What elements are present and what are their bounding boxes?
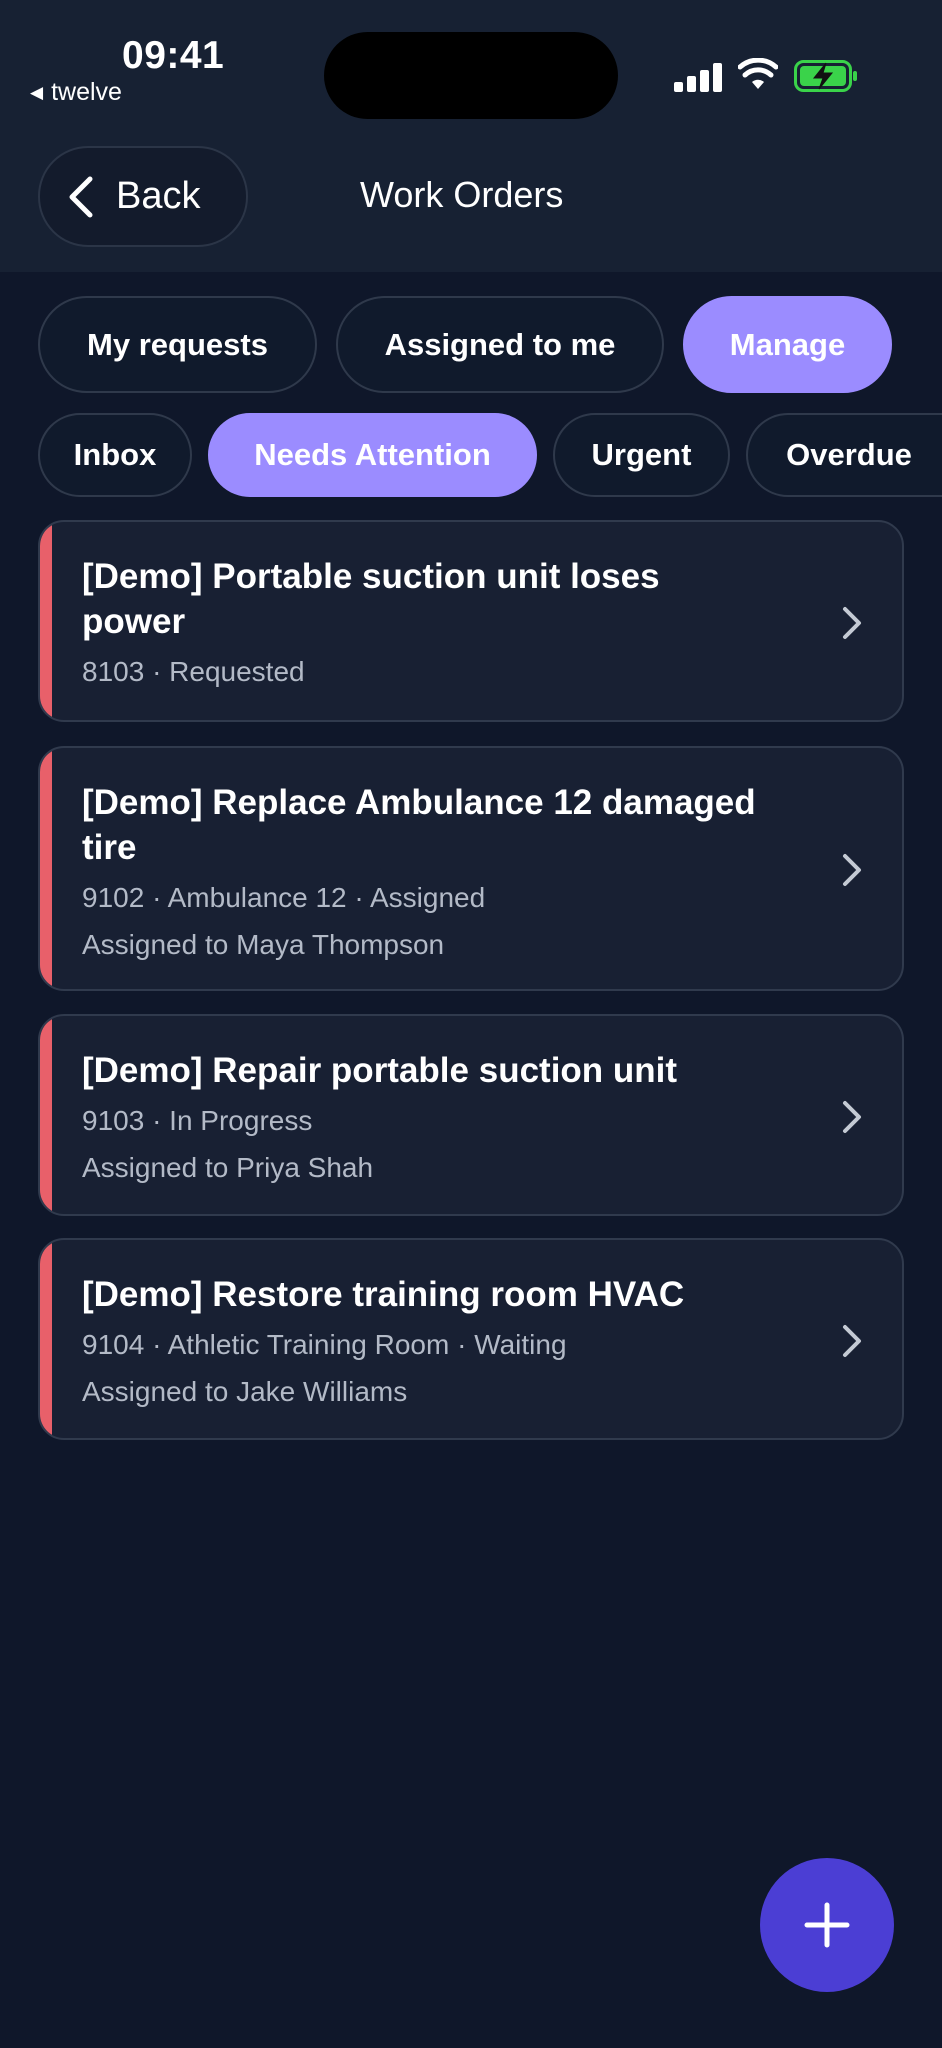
work-order-card[interactable]: [Demo] Restore training room HVAC 9104 ·…	[38, 1238, 904, 1440]
attention-indicator	[40, 1016, 52, 1214]
app-screen: 09:41 ◀ twelve Back Work Orders My reque…	[0, 0, 942, 2048]
work-order-meta: 9104 · Athletic Training Room · Waiting	[82, 1329, 567, 1360]
wifi-icon	[738, 58, 778, 89]
work-order-meta: 9103 · In Progress	[82, 1105, 313, 1136]
status-time: 09:41	[122, 34, 225, 77]
back-button[interactable]: Back	[38, 146, 248, 247]
work-order-card[interactable]: [Demo] Portable suction unit loses power…	[38, 520, 904, 722]
attention-indicator	[40, 748, 52, 989]
tab-assigned-to-me[interactable]: Assigned to me	[336, 296, 664, 393]
carrier-label: twelve	[51, 78, 122, 106]
work-order-meta: 8103 · Requested	[82, 656, 305, 687]
chevron-right-icon	[843, 1101, 861, 1133]
filter-needs-attention[interactable]: Needs Attention	[208, 413, 537, 497]
chevron-right-icon	[843, 1325, 861, 1357]
tab-manage[interactable]: Manage	[683, 296, 892, 393]
dynamic-island	[324, 32, 618, 119]
work-order-assignee: Assigned to Maya Thompson	[82, 929, 445, 960]
tab-my-requests[interactable]: My requests	[38, 296, 317, 393]
chevron-right-icon	[843, 607, 861, 639]
work-order-title: [Demo] Replace Ambulance 12 damaged tire	[82, 783, 756, 867]
attention-indicator	[40, 1240, 52, 1438]
signal-icon	[674, 62, 722, 92]
work-order-card[interactable]: [Demo] Repair portable suction unit 9103…	[38, 1014, 904, 1216]
plus-icon	[804, 1902, 850, 1948]
battery-charging-icon	[794, 60, 857, 92]
work-order-title: [Demo] Portable suction unit loses power	[82, 557, 660, 641]
header: 09:41 ◀ twelve Back Work Orders	[0, 0, 942, 272]
filter-overdue[interactable]: Overdue	[746, 413, 942, 497]
page-title: Work Orders	[360, 174, 564, 215]
work-order-card[interactable]: [Demo] Replace Ambulance 12 damaged tire…	[38, 746, 904, 991]
back-to-app-icon: ◀	[30, 82, 44, 102]
chevron-left-icon	[69, 176, 93, 217]
work-order-title: [Demo] Restore training room HVAC	[82, 1275, 685, 1314]
add-work-order-button[interactable]	[760, 1858, 894, 1992]
status-carrier-back[interactable]: ◀ twelve	[30, 78, 122, 107]
work-order-assignee: Assigned to Jake Williams	[82, 1376, 408, 1407]
attention-indicator	[40, 522, 52, 720]
filter-inbox[interactable]: Inbox	[38, 413, 192, 497]
back-label: Back	[116, 175, 201, 217]
work-order-title: [Demo] Repair portable suction unit	[82, 1051, 678, 1090]
work-order-meta: 9102 · Ambulance 12 · Assigned	[82, 882, 486, 913]
filter-urgent[interactable]: Urgent	[553, 413, 730, 497]
work-order-assignee: Assigned to Priya Shah	[82, 1152, 374, 1183]
chevron-right-icon	[843, 854, 861, 886]
